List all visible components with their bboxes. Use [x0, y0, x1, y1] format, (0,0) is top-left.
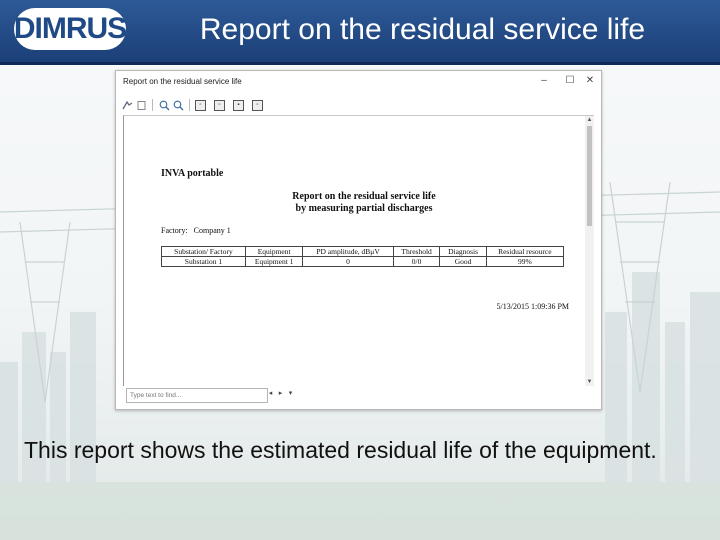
factory-label: Factory:	[161, 226, 188, 235]
column-header: Diagnosis	[439, 246, 487, 257]
fit-page-icon[interactable]: ▪	[233, 99, 244, 111]
slide-title: Report on the residual service life	[199, 13, 646, 46]
table-cell: Substation 1	[161, 256, 246, 267]
close-button[interactable]: ✕	[582, 71, 598, 93]
table-cell: 0	[302, 256, 394, 267]
zoom-in-icon[interactable]	[158, 99, 170, 111]
find-next-icon[interactable]: ▸	[276, 389, 285, 399]
viewer-toolbar: ▫ ▫ ▪ ▫	[121, 97, 596, 113]
report-product-name: INVA portable	[161, 168, 224, 179]
report-factory: Factory: Company 1	[161, 226, 231, 235]
multi-page-icon[interactable]: ▫	[214, 99, 225, 111]
company-logo: DIMRUS	[13, 8, 127, 50]
column-header: Residual resource	[485, 246, 565, 257]
table-cell: 99%	[485, 256, 565, 267]
export-icon[interactable]: ▫	[252, 99, 263, 111]
column-header: Threshold	[392, 246, 441, 257]
column-header: PD amplitude, dBμV	[302, 246, 394, 257]
table-row: Substation 1 Equipment 1 0 0/0 Good 99%	[161, 256, 565, 267]
report-timestamp: 5/13/2015 1:09:36 PM	[496, 302, 569, 311]
factory-value: Company 1	[193, 226, 231, 235]
window-title: Report on the residual service life	[123, 77, 242, 86]
report-page: INVA portable Report on the residual ser…	[123, 115, 594, 386]
maximize-button[interactable]: ☐	[562, 71, 578, 93]
toolbar-separator	[152, 99, 153, 111]
minimize-button[interactable]: –	[536, 71, 552, 93]
report-heading: Report on the residual service life by m…	[264, 191, 464, 215]
table-cell: 0/0	[392, 256, 441, 267]
report-heading-line2: by measuring partial discharges	[295, 203, 433, 214]
table-cell: Good	[439, 256, 487, 267]
refresh-icon[interactable]	[135, 99, 147, 111]
report-heading-line1: Report on the residual service life	[292, 191, 436, 202]
column-header: Equipment	[244, 246, 304, 257]
scroll-up-icon[interactable]: ▲	[585, 116, 594, 124]
report-table: Substation/ Factory Equipment PD amplitu…	[161, 246, 565, 267]
slide-caption: This report shows the estimated residual…	[24, 437, 657, 463]
find-options-icon[interactable]: ▾	[286, 389, 295, 399]
table-header-row: Substation/ Factory Equipment PD amplitu…	[161, 246, 565, 257]
zoom-out-icon[interactable]	[172, 99, 184, 111]
find-text-input[interactable]	[126, 388, 268, 403]
scroll-down-icon[interactable]: ▼	[585, 378, 594, 386]
report-viewer-window: Report on the residual service life – ☐ …	[115, 70, 602, 410]
save-icon[interactable]	[121, 99, 133, 111]
vertical-scrollbar[interactable]: ▲ ▼	[585, 116, 594, 386]
window-titlebar: Report on the residual service life – ☐ …	[116, 71, 601, 93]
column-header: Substation/ Factory	[161, 246, 246, 257]
single-page-icon[interactable]: ▫	[195, 99, 206, 111]
table-cell: Equipment 1	[244, 256, 304, 267]
find-previous-icon[interactable]: ◂	[266, 389, 275, 399]
logo-text: DIMRUS	[13, 12, 127, 45]
scrollbar-thumb[interactable]	[587, 126, 592, 226]
toolbar-separator	[189, 99, 190, 111]
slide-header: DIMRUS Report on the residual service li…	[0, 0, 720, 65]
